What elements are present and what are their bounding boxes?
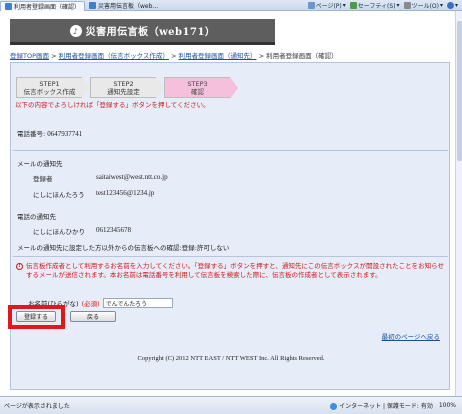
status-bar: ページが表示されました インターネット | 保護モード: 有効 100% <box>0 396 462 414</box>
ie-page-icon <box>5 2 12 10</box>
back-to-top-link[interactable]: 最初のページへ戻る <box>382 331 440 341</box>
page-menu[interactable]: ページ(P) ▾ <box>307 1 346 10</box>
breadcrumb-top[interactable]: 登録TOP画面 <box>10 52 49 60</box>
help-menu[interactable]: ▾ <box>446 2 458 9</box>
ie-page-icon <box>89 1 97 9</box>
back-button[interactable]: 戻る <box>70 311 116 322</box>
mail-row-name: 登録者 <box>33 175 53 183</box>
browser-tab-web171[interactable]: 災害用伝言板（web... <box>85 0 162 10</box>
safety-menu[interactable]: セーフティ(S) ▾ <box>349 1 400 10</box>
page-viewport: ♪ 災害用伝言板（web171） 登録TOP画面 > 利用者登録画面（伝言ボック… <box>0 11 462 396</box>
site-title: 災害用伝言板（web171） <box>85 27 216 38</box>
breadcrumb: 登録TOP画面 > 利用者登録画面（伝言ボックス作成） > 利用者登録画面（通知… <box>10 52 338 60</box>
page-icon <box>307 2 315 9</box>
safety-icon <box>349 2 357 9</box>
alert-icon: ! <box>16 263 23 270</box>
step-2: STEP2 通知先設定 <box>90 77 164 99</box>
mail-heading: メールの通知先 <box>17 160 63 168</box>
web171-logo-icon: ♪ <box>69 24 82 37</box>
copyright: Copyright (C) 2012 NTT EAST / NTT WEST I… <box>137 355 325 362</box>
tab-label: 利用者登録画面（確認） <box>14 3 81 11</box>
tel-heading: 電話の通知先 <box>17 213 56 221</box>
site-header: ♪ 災害用伝言板（web171） <box>10 19 275 45</box>
register-button-highlight <box>8 305 65 329</box>
mail-row-name: にしにほんたろう <box>33 191 85 199</box>
required-mark: (必須) <box>81 300 100 308</box>
browser-tab-confirm[interactable]: 利用者登録画面（確認） <box>0 0 86 11</box>
tools-icon <box>403 2 411 9</box>
mail-row-value: saitaiwest@west.ntt.co.jp <box>96 173 168 181</box>
step-indicator: STEP1 伝言ボックス作成 STEP2 通知先設定 STEP3 確認 <box>16 77 238 99</box>
mail-row-value: test123456@1234.jp <box>96 189 155 197</box>
confirm-notice: 以下の内容でよろしければ「登録する」ボタンを押してください。 <box>15 101 210 109</box>
tel-row-value: 0612345678 <box>96 226 131 234</box>
tools-menu[interactable]: ツール(O) ▾ <box>403 1 443 10</box>
divider <box>13 256 448 257</box>
step-3: STEP3 確認 <box>164 77 238 99</box>
creator-warning: ! 伝言板作成者として利用するお名前を入力してください。「登録する」ボタンを押す… <box>16 262 444 280</box>
tel-row-name: にしにほんひかり <box>33 228 85 236</box>
tab-label: 災害用伝言板（web... <box>98 2 159 10</box>
scroll-thumb[interactable] <box>457 21 462 161</box>
help-icon <box>446 2 454 9</box>
warning-text: 伝言板作成者として利用するお名前を入力してください。「登録する」ボタンを押すと、… <box>26 262 444 279</box>
breadcrumb-box-create[interactable]: 利用者登録画面（伝言ボックス作成） <box>59 52 169 60</box>
permission-setting: メールの通知先に設定した方以外からの伝言板への確認:登録:許可しない <box>17 244 230 252</box>
divider <box>13 150 448 151</box>
zoom-control[interactable]: 100% <box>439 402 456 409</box>
status-text: ページが表示されました <box>4 403 70 410</box>
globe-icon <box>330 403 338 410</box>
step-1: STEP1 伝言ボックス作成 <box>16 77 90 99</box>
breadcrumb-current: 利用者登録画面（確認） <box>266 52 338 60</box>
phone-number: 電話番号: 0647937741 <box>17 130 83 138</box>
zone-indicator: インターネット | 保護モード: 有効 <box>330 401 433 410</box>
breadcrumb-notify[interactable]: 利用者登録画面（通知先） <box>179 52 257 60</box>
vertical-scrollbar[interactable] <box>455 11 462 396</box>
command-bar: ページ(P) ▾ セーフティ(S) ▾ ツール(O) ▾ ▾ <box>307 0 458 11</box>
creator-name-input[interactable] <box>102 298 173 308</box>
